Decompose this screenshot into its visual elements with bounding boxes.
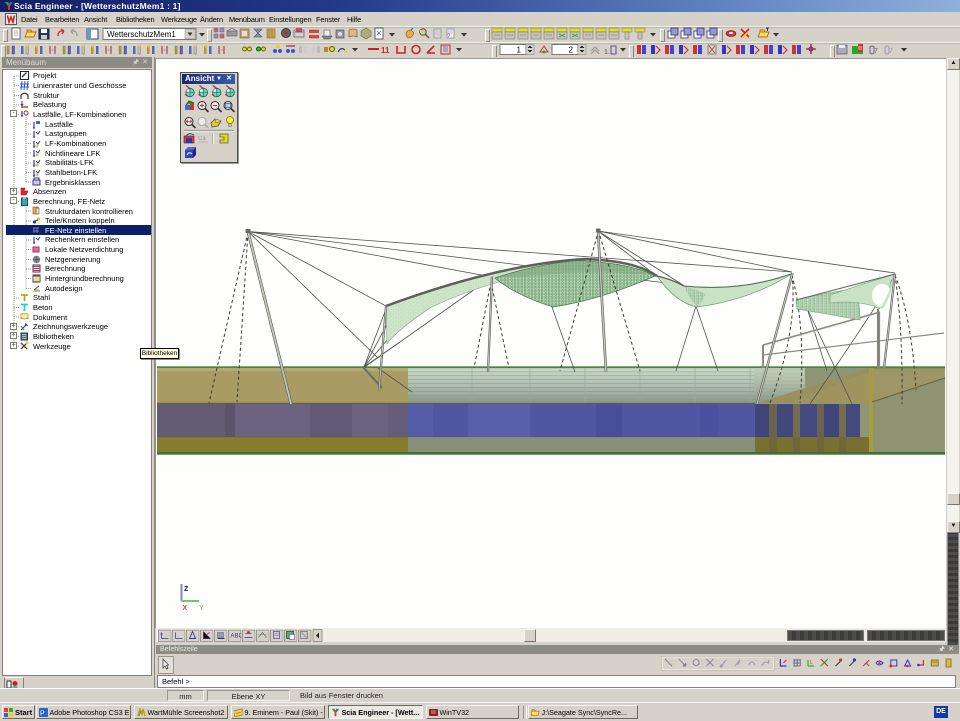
svg-text:WetterschutzMem1: WetterschutzMem1 (107, 30, 176, 39)
svg-text:L: L (810, 660, 813, 666)
svg-text:7: 7 (874, 48, 878, 55)
svg-text:7: 7 (889, 48, 893, 55)
svg-text:Ca: Ca (198, 136, 206, 142)
svg-text:Y: Y (199, 605, 204, 612)
svg-text:1: 1 (517, 46, 522, 55)
svg-text:P: P (40, 710, 45, 717)
svg-text:11: 11 (381, 46, 390, 55)
svg-text:Z: Z (184, 586, 189, 593)
svg-text:X: X (183, 605, 188, 612)
svg-text:1.: 1. (604, 49, 610, 56)
svg-text:2: 2 (569, 46, 574, 55)
